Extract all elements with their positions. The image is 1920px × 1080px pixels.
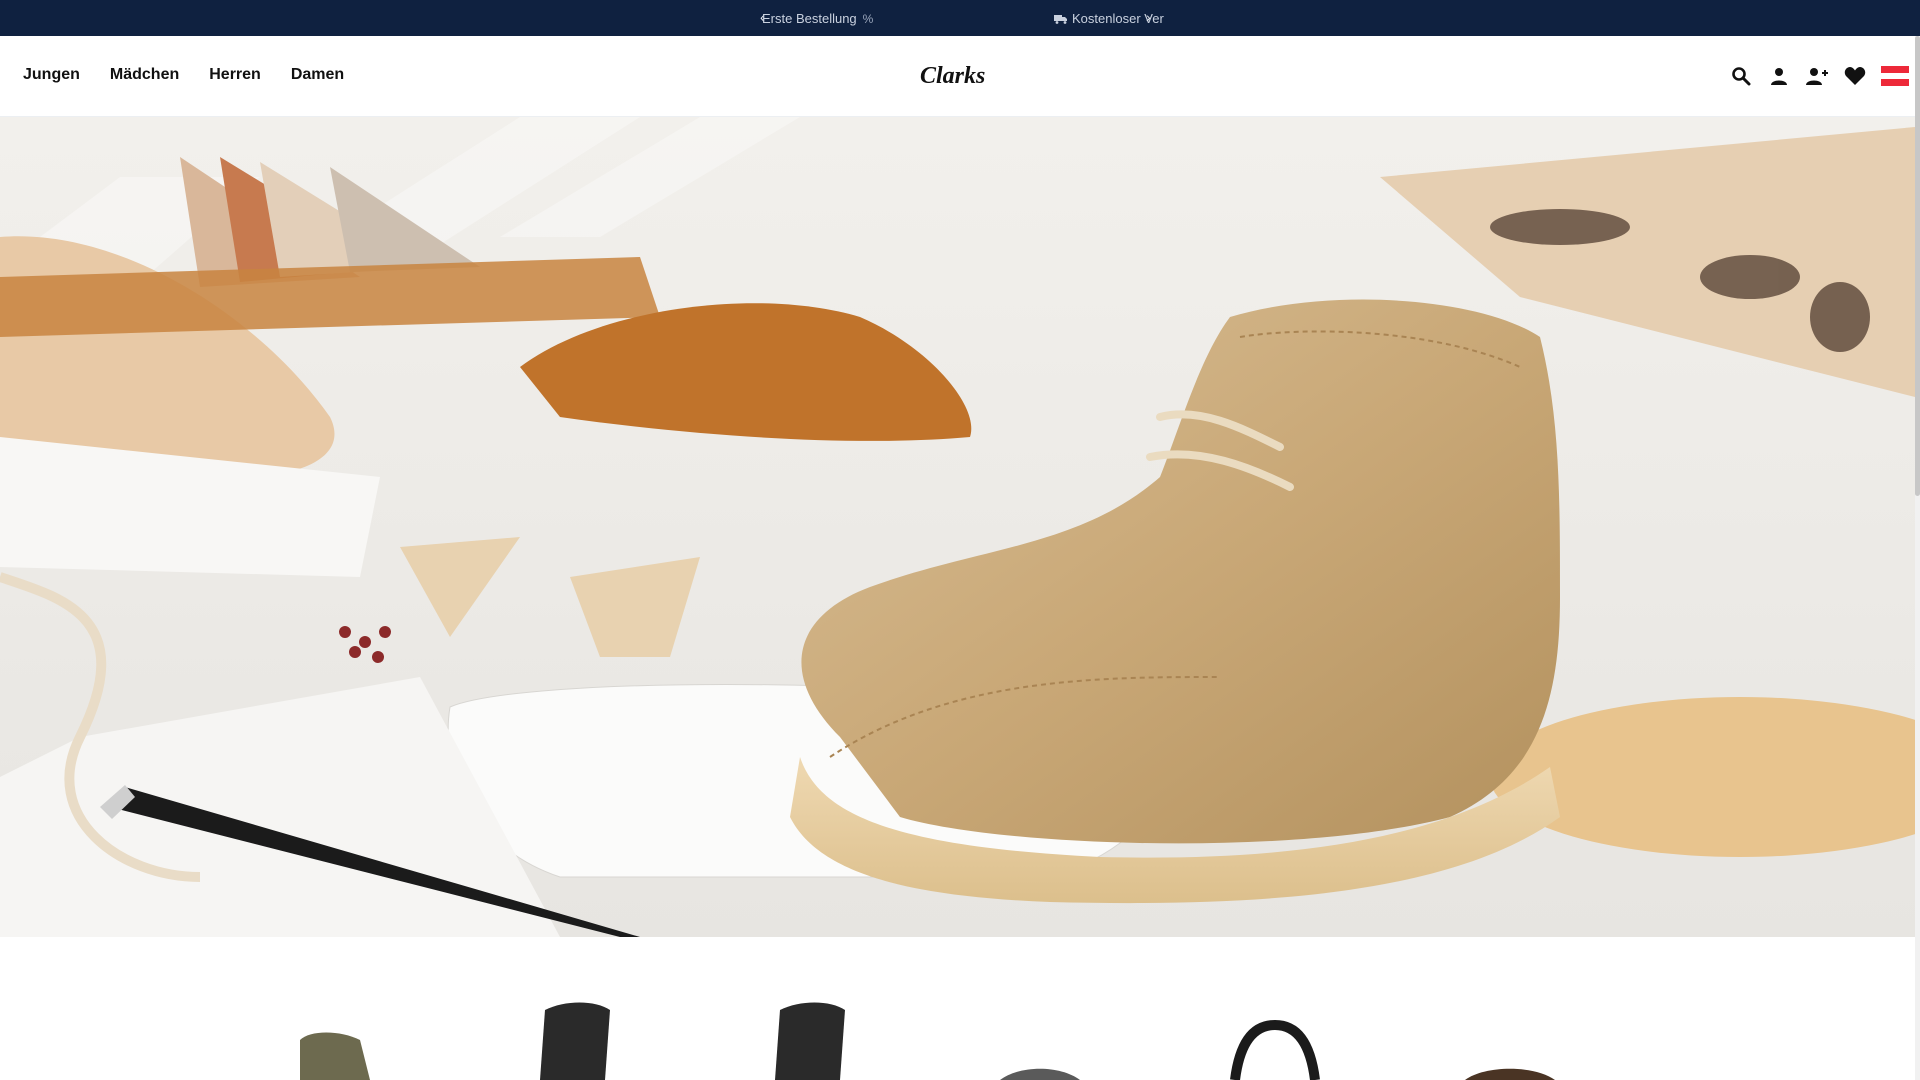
account-icon[interactable] [1767,64,1791,88]
hero-banner[interactable] [0,117,1915,937]
clarks-logo[interactable]: Clarks [920,62,994,88]
hero-image [0,117,1915,937]
main-nav: Jungen Mädchen Herren Damen [23,66,344,84]
truck-icon [1054,14,1067,24]
announcement-bar: ‹ Erste Bestellung% Kostenloser Ver › [0,0,1920,36]
product-olive-boot[interactable] [290,1020,380,1080]
header-icons [1729,64,1909,88]
discount-icon: % [862,12,874,26]
announcement-message-first-order[interactable]: Erste Bestellung% [762,11,873,26]
register-icon[interactable] [1805,64,1829,88]
product-black-tall-boot-1[interactable] [535,1000,615,1080]
nav-item-herren[interactable]: Herren [209,66,261,84]
wishlist-icon[interactable] [1843,64,1867,88]
product-black-tall-boot-2[interactable] [770,1000,850,1080]
site-header: Jungen Mädchen Herren Damen Clarks [0,36,1915,117]
announcement-text: Erste Bestellung [762,11,857,26]
nav-item-maedchen[interactable]: Mädchen [110,66,179,84]
search-icon[interactable] [1729,64,1753,88]
product-carousel [0,938,1915,1080]
product-brown-loafer[interactable] [1465,1060,1555,1080]
product-black-strap-sandal[interactable] [1225,1020,1325,1080]
austria-flag-icon[interactable] [1881,66,1909,87]
scrollbar-thumb[interactable] [1915,36,1920,496]
logo-text: Clarks [920,63,985,88]
product-patterned-sneaker[interactable] [1000,1060,1080,1080]
nav-item-jungen[interactable]: Jungen [23,66,80,84]
nav-item-damen[interactable]: Damen [291,66,344,84]
announcement-next-arrow[interactable]: › [1146,9,1151,25]
page-scrollbar[interactable] [1915,36,1920,1080]
